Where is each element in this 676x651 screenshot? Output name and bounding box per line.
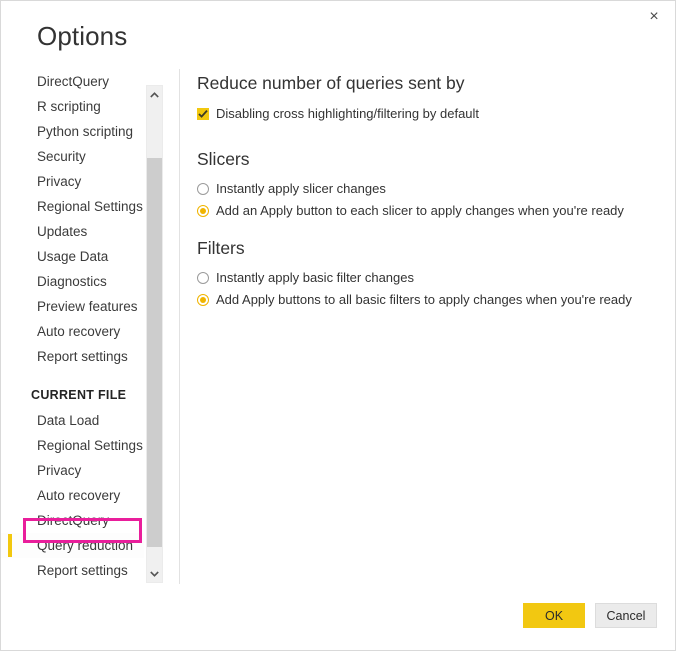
sidebar-item-label: Preview features <box>37 299 138 314</box>
sidebar-item-label: Privacy <box>37 174 82 189</box>
checkbox-checked-icon[interactable] <box>197 108 209 120</box>
sidebar-item-label: Report settings <box>37 349 128 364</box>
sidebar-item-auto-recovery[interactable]: Auto recovery <box>1 319 144 344</box>
sidebar-item-report-settings[interactable]: Report settings <box>1 344 144 369</box>
radio-label: Add Apply buttons to all basic filters t… <box>216 292 632 307</box>
radio-unselected-icon[interactable] <box>197 183 209 195</box>
sidebar-item-label: Regional Settings <box>37 199 143 214</box>
radio-row-slicers-instant[interactable]: Instantly apply slicer changes <box>197 181 657 197</box>
content-panel: Reduce number of queries sent by Disabli… <box>197 73 657 308</box>
sidebar-scrollbar[interactable] <box>146 85 163 583</box>
sidebar-item-label: Usage Data <box>37 249 109 264</box>
radio-label: Instantly apply basic filter changes <box>216 270 414 285</box>
radio-unselected-icon[interactable] <box>197 272 209 284</box>
page-title: Options <box>37 21 128 51</box>
sidebar-item-updates[interactable]: Updates <box>1 219 144 244</box>
ok-button[interactable]: OK <box>523 603 585 628</box>
chevron-up-icon[interactable] <box>147 86 162 103</box>
sidebar-item-r-scripting[interactable]: R scripting <box>1 94 144 119</box>
sidebar-item-label: Python scripting <box>37 124 134 139</box>
sidebar-item-label: Auto recovery <box>37 324 121 339</box>
sidebar-item-label: Updates <box>37 224 88 239</box>
sidebar-item-regional-settings[interactable]: Regional Settings <box>1 194 144 219</box>
sidebar-item-label: DirectQuery <box>37 74 110 89</box>
radio-selected-icon[interactable] <box>197 294 209 306</box>
sidebar-item-label: Security <box>37 149 86 164</box>
sidebar-item-security[interactable]: Security <box>1 144 144 169</box>
content-divider <box>179 69 180 584</box>
sidebar-item-label: Report settings <box>37 563 128 578</box>
scrollbar-thumb[interactable] <box>147 158 162 547</box>
sidebar-item-label: DirectQuery <box>37 513 110 528</box>
checkbox-label: Disabling cross highlighting/filtering b… <box>216 106 480 121</box>
chevron-down-icon[interactable] <box>147 565 162 582</box>
heading-slicers: Slicers <box>197 149 250 169</box>
sidebar-item-current-directquery[interactable]: DirectQuery <box>1 508 144 533</box>
sidebar-item-current-regional-settings[interactable]: Regional Settings <box>1 433 144 458</box>
radio-selected-icon[interactable] <box>197 205 209 217</box>
sidebar-item-label: Auto recovery <box>37 488 121 503</box>
sidebar-item-diagnostics[interactable]: Diagnostics <box>1 269 144 294</box>
options-dialog: Options × DirectQuery R scripting Python… <box>0 0 676 651</box>
heading-reduce-queries: Reduce number of queries sent by <box>197 73 465 93</box>
sidebar-item-label: Privacy <box>37 463 82 478</box>
sidebar: DirectQuery R scripting Python scripting… <box>1 69 144 584</box>
radio-label: Add an Apply button to each slicer to ap… <box>216 203 624 218</box>
checkbox-row-disable-cross-highlighting[interactable]: Disabling cross highlighting/filtering b… <box>197 106 657 122</box>
sidebar-item-privacy[interactable]: Privacy <box>1 169 144 194</box>
sidebar-item-python-scripting[interactable]: Python scripting <box>1 119 144 144</box>
sidebar-item-label: R scripting <box>37 99 101 114</box>
sidebar-item-data-load[interactable]: Data Load <box>1 408 144 433</box>
cancel-button[interactable]: Cancel <box>595 603 657 628</box>
heading-filters: Filters <box>197 238 245 258</box>
dialog-footer: OK Cancel <box>523 603 657 628</box>
sidebar-section-header: CURRENT FILE <box>31 388 127 402</box>
sidebar-item-directquery[interactable]: DirectQuery <box>1 69 144 94</box>
sidebar-item-usage-data[interactable]: Usage Data <box>1 244 144 269</box>
sidebar-item-label: Query reduction <box>37 538 134 553</box>
radio-row-filters-apply-buttons[interactable]: Add Apply buttons to all basic filters t… <box>197 292 657 308</box>
radio-label: Instantly apply slicer changes <box>216 181 386 196</box>
sidebar-item-query-reduction[interactable]: Query reduction <box>1 533 144 558</box>
sidebar-item-label: Regional Settings <box>37 438 143 453</box>
radio-row-slicers-apply-button[interactable]: Add an Apply button to each slicer to ap… <box>197 203 657 219</box>
sidebar-item-current-report-settings[interactable]: Report settings <box>1 558 144 583</box>
sidebar-item-current-privacy[interactable]: Privacy <box>1 458 144 483</box>
sidebar-item-label: Diagnostics <box>37 274 107 289</box>
sidebar-item-label: Data Load <box>37 413 100 428</box>
close-icon[interactable]: × <box>639 3 669 31</box>
radio-row-filters-instant[interactable]: Instantly apply basic filter changes <box>197 270 657 286</box>
sidebar-item-preview-features[interactable]: Preview features <box>1 294 144 319</box>
sidebar-item-current-auto-recovery[interactable]: Auto recovery <box>1 483 144 508</box>
